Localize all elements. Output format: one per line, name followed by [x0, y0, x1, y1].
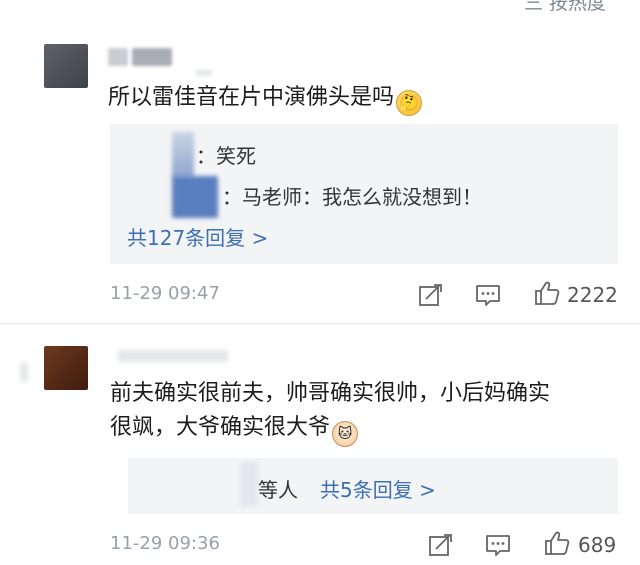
username[interactable]	[108, 48, 128, 66]
username-detail	[196, 70, 212, 76]
username[interactable]	[132, 48, 172, 66]
reply-participants[interactable]: 等人	[258, 474, 298, 503]
comment-text: 前夫确实很前夫，帅哥确实很帅，小后妈确实	[110, 381, 551, 406]
like-icon[interactable]	[534, 280, 560, 306]
username-detail	[20, 362, 28, 382]
repost-icon[interactable]	[428, 532, 454, 558]
comment-text: 所以雷佳音在片中演佛头是吗 🤔	[108, 80, 423, 116]
more-replies-link[interactable]: 共127条回复 >	[127, 222, 268, 251]
comment-time: 11-29 09:47	[110, 283, 220, 304]
username[interactable]	[118, 350, 228, 362]
reply-avatar	[172, 132, 194, 178]
like-count: 689	[578, 533, 617, 557]
comment-body: 所以雷佳音在片中演佛头是吗	[108, 85, 395, 110]
reply-avatar	[172, 176, 218, 218]
reply-line[interactable]: ：马老师：我怎么就没想到！	[222, 181, 482, 210]
comment-text: 很飒，大爷确实很大爷 🐱	[110, 410, 359, 447]
thinking-emoji-icon: 🤔	[396, 90, 423, 116]
repost-icon[interactable]	[418, 282, 444, 308]
sort-by-hot-button[interactable]: 三 按热度	[524, 0, 606, 15]
more-replies-link[interactable]: 共5条回复 >	[320, 474, 436, 503]
like-count: 2222	[567, 283, 618, 307]
comment-time: 11-29 09:36	[110, 533, 220, 554]
comment-icon[interactable]	[485, 532, 511, 558]
comment-divider	[0, 323, 640, 324]
reply-line[interactable]: ：笑死	[196, 140, 256, 169]
comment-body: 很飒，大爷确实很大爷	[110, 415, 331, 440]
avatar[interactable]	[44, 44, 88, 88]
like-icon[interactable]	[544, 530, 570, 556]
cat-emoji-icon: 🐱	[332, 421, 359, 447]
comment-icon[interactable]	[475, 282, 501, 308]
avatar[interactable]	[44, 346, 88, 390]
reply-avatar	[240, 462, 258, 506]
